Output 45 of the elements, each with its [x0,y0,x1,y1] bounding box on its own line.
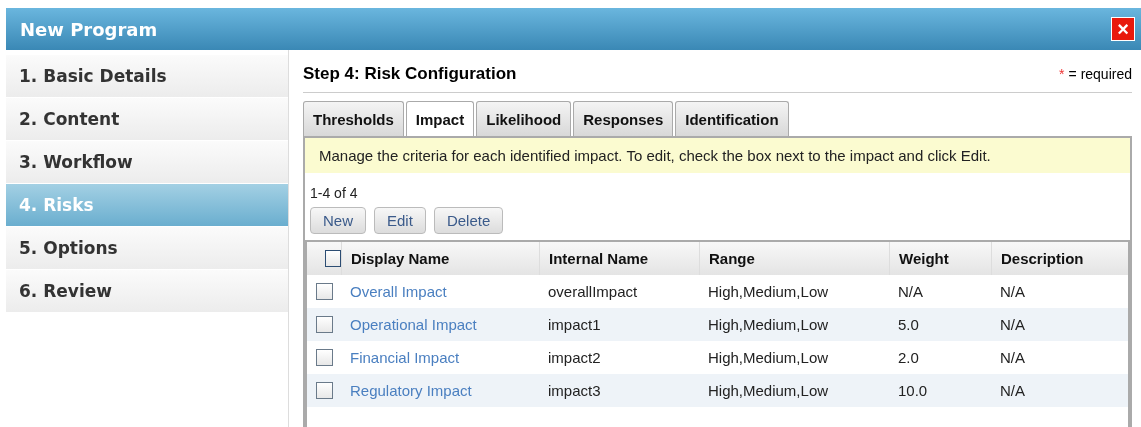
table-cell-text: N/A [999,349,1026,366]
table-cell-text: 10.0 [897,382,929,399]
select-all-checkbox[interactable] [325,250,341,267]
action-button[interactable]: New [310,207,366,234]
record-count: 1-4 of 4 [309,184,359,203]
table-cell-text: High,Medium,Low [707,349,830,366]
table-cell-text: N/A [897,283,924,300]
table-cell-text: N/A [999,283,1026,300]
step-item[interactable]: 2. Content [6,98,288,140]
tab[interactable]: Likelihood [476,101,572,136]
table-cell-text: N/A [999,382,1026,399]
table-cell-text: overallImpact [547,283,639,300]
tab[interactable]: Thresholds [303,101,404,136]
row-checkbox[interactable] [316,316,333,333]
table-cell-text: High,Medium,Low [707,316,830,333]
table-cell-text: 2.0 [897,349,920,366]
action-button[interactable]: Edit [374,207,426,234]
row-checkbox[interactable] [316,349,333,366]
required-label: = required [1068,66,1132,82]
tab[interactable]: Impact [405,101,475,136]
info-message: Manage the criteria for each identified impact. To edit, check the box next to the impact and click Edit. [305,138,1130,173]
row-checkbox[interactable] [316,382,333,399]
required-mark: * [1059,66,1065,82]
step-item[interactable]: 1. Basic Details [6,55,288,97]
step-item[interactable]: 3. Workflow [6,141,288,183]
table-cell-text: 5.0 [897,316,920,333]
table-cell-text: N/A [999,316,1026,333]
tab[interactable]: Responses [573,101,674,136]
table-cell-text: High,Medium,Low [707,382,830,399]
table-cell-text: impact1 [547,316,602,333]
step-heading: Step 4: Risk Configuration [303,64,517,84]
close-button[interactable]: × [1111,17,1135,41]
impact-link[interactable]: Financial Impact [341,349,539,366]
table-cell-text: impact2 [547,349,602,366]
row-checkbox[interactable] [316,283,333,300]
action-button[interactable]: Delete [433,207,504,234]
table-cell-text: impact3 [547,382,602,399]
window-title: New Program [20,18,158,40]
impact-link[interactable]: Overall Impact [341,283,539,300]
step-item[interactable]: 6. Review [6,270,288,312]
impact-link[interactable]: Operational Impact [341,316,539,333]
tab[interactable]: Identification [675,101,789,136]
impact-link[interactable]: Regulatory Impact [341,382,539,399]
step-item[interactable]: 5. Options [6,227,288,269]
table-cell-text: High,Medium,Low [707,283,830,300]
